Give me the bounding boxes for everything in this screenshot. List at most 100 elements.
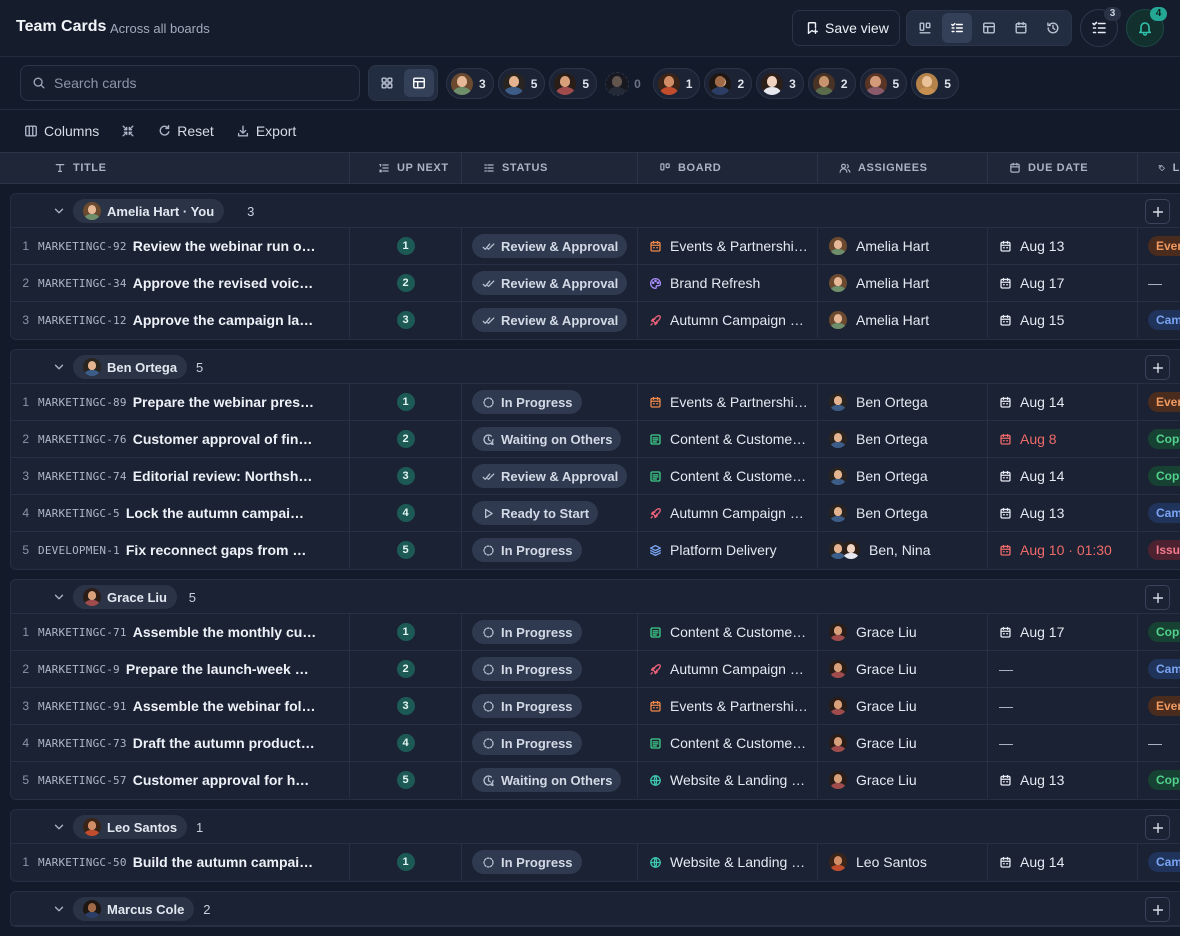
table-row[interactable]: 4 MARKETINGC-5 Lock the autumn campaign bu… <box>11 495 1180 532</box>
assignees-cell[interactable]: Grace Liu <box>818 651 988 687</box>
column-header-board[interactable]: BOARD <box>638 153 818 183</box>
due-date-cell[interactable]: — <box>988 688 1138 724</box>
status-cell[interactable]: In Progress <box>462 651 638 687</box>
status-pill[interactable]: In Progress <box>472 390 582 414</box>
status-pill[interactable]: Review & Approval <box>472 234 628 258</box>
column-header-due-date[interactable]: DUE DATE <box>988 153 1138 183</box>
assignees-cell[interactable]: Grace Liu <box>818 725 988 761</box>
due-date-cell[interactable]: Aug 8 <box>988 421 1138 457</box>
assignees-cell[interactable]: Amelia Hart <box>818 265 988 301</box>
board-link[interactable]: Events & Partnerships <box>649 394 808 410</box>
person-filter-chip[interactable]: 5 <box>911 68 959 99</box>
board-cell[interactable]: Events & Partnerships <box>638 228 818 264</box>
card-title[interactable]: Lock the autumn campaign budget <box>126 505 311 521</box>
due-date-cell[interactable]: Aug 14 <box>988 844 1138 880</box>
labels-cell[interactable]: Events <box>1138 688 1180 724</box>
card-title[interactable]: Approve the campaign launch plan <box>133 312 318 328</box>
board-link[interactable]: Website & Landing Pages <box>649 854 808 870</box>
status-cell[interactable]: In Progress <box>462 384 638 420</box>
column-header-title[interactable]: TITLE <box>0 153 350 183</box>
chevron-down-icon[interactable] <box>52 902 66 916</box>
board-link[interactable]: Autumn Campaign Launch <box>649 661 808 677</box>
card-title[interactable]: Editorial review: Northshore case study <box>133 468 318 484</box>
assignees-cell[interactable]: Amelia Hart <box>818 302 988 338</box>
chevron-down-icon[interactable] <box>52 360 66 374</box>
due-date-cell[interactable]: Aug 15 <box>988 302 1138 338</box>
due-date-cell[interactable]: Aug 13 <box>988 762 1138 798</box>
table-row[interactable]: 5 MARKETINGC-57 Customer approval for home… <box>11 762 1180 799</box>
labels-cell[interactable]: Campaign <box>1138 844 1180 880</box>
status-cell[interactable]: In Progress <box>462 614 638 650</box>
calendar-view-button[interactable] <box>1006 13 1036 43</box>
title-cell[interactable]: 1 MARKETINGC-92 Review the webinar run of … <box>11 228 350 264</box>
due-date-cell[interactable]: Aug 17 <box>988 614 1138 650</box>
assignees-cell[interactable]: Leo Santos <box>818 844 988 880</box>
status-cell[interactable]: Review & Approval <box>462 265 638 301</box>
columns-button[interactable]: Columns <box>20 117 103 145</box>
person-filter-chip[interactable]: 5 <box>549 68 598 99</box>
table-row[interactable]: 1 MARKETINGC-71 Assemble the monthly custo… <box>11 614 1180 651</box>
person-filter-chip[interactable]: 3 <box>756 68 804 99</box>
label-tag[interactable]: Campaign <box>1148 659 1180 679</box>
board-cell[interactable]: Autumn Campaign Launch <box>638 651 818 687</box>
title-cell[interactable]: 3 MARKETINGC-91 Assemble the webinar follo… <box>11 688 350 724</box>
add-card-button[interactable] <box>1145 585 1170 610</box>
card-title[interactable]: Prepare the webinar presenter briefing <box>133 394 318 410</box>
title-cell[interactable]: 2 MARKETINGC-34 Approve the revised voice … <box>11 265 350 301</box>
table-row[interactable]: 3 MARKETINGC-12 Approve the campaign launc… <box>11 302 1180 339</box>
list-view-button[interactable] <box>942 13 972 43</box>
person-filter-chip[interactable]: 3 <box>446 68 494 99</box>
labels-cell[interactable]: Campaign <box>1138 495 1180 531</box>
due-date-cell[interactable]: — <box>988 725 1138 761</box>
label-tag[interactable]: Events <box>1148 236 1180 256</box>
card-title[interactable]: Approve the revised voice and tone guide <box>133 275 318 291</box>
label-tag[interactable]: Issue <box>1148 540 1180 560</box>
status-cell[interactable]: Waiting on Others <box>462 762 638 798</box>
status-pill[interactable]: Review & Approval <box>472 464 628 488</box>
table-row[interactable]: 2 MARKETINGC-34 Approve the revised voice … <box>11 265 1180 302</box>
assignees-cell[interactable]: Grace Liu <box>818 688 988 724</box>
label-tag[interactable]: Events <box>1148 696 1180 716</box>
chevron-down-icon[interactable] <box>52 204 66 218</box>
due-date-cell[interactable]: Aug 17 <box>988 265 1138 301</box>
status-pill[interactable]: In Progress <box>472 620 582 644</box>
board-cell[interactable]: Events & Partnerships <box>638 688 818 724</box>
board-link[interactable]: Content & Customer Stories <box>649 624 808 640</box>
table-row[interactable]: 5 DEVELOPMEN-1 Fix reconnect gaps from dro… <box>11 532 1180 569</box>
save-view-button[interactable]: Save view <box>792 10 900 46</box>
card-title[interactable]: Customer approval for homepage quote <box>133 772 318 788</box>
person-filter-chip[interactable]: 0 <box>601 68 649 99</box>
board-cell[interactable]: Content & Customer Stories <box>638 725 818 761</box>
status-cell[interactable]: In Progress <box>462 688 638 724</box>
due-date-cell[interactable]: Aug 14 <box>988 458 1138 494</box>
table-row[interactable]: 2 MARKETINGC-9 Prepare the launch-week soc… <box>11 651 1180 688</box>
title-cell[interactable]: 2 MARKETINGC-76 Customer approval of final… <box>11 421 350 457</box>
labels-cell[interactable]: Copy <box>1138 421 1180 457</box>
grid-layout-button[interactable] <box>372 69 402 97</box>
person-filter-chip[interactable]: 5 <box>497 68 546 99</box>
board-link[interactable]: Content & Customer Stories <box>649 468 808 484</box>
board-link[interactable]: Content & Customer Stories <box>649 431 808 447</box>
chevron-down-icon[interactable] <box>52 820 66 834</box>
board-link[interactable]: Events & Partnerships <box>649 238 808 254</box>
board-cell[interactable]: Content & Customer Stories <box>638 458 818 494</box>
due-date-cell[interactable]: Aug 14 <box>988 384 1138 420</box>
board-cell[interactable]: Content & Customer Stories <box>638 614 818 650</box>
status-pill[interactable]: Ready to Start <box>472 501 599 525</box>
group-assignee-pill[interactable]: Leo Santos <box>73 815 188 839</box>
labels-cell[interactable]: Campaign <box>1138 302 1180 338</box>
labels-cell[interactable]: Copy <box>1138 762 1180 798</box>
title-cell[interactable]: 1 MARKETINGC-71 Assemble the monthly custo… <box>11 614 350 650</box>
status-cell[interactable]: Waiting on Others <box>462 421 638 457</box>
card-title[interactable]: Assemble the monthly customer newsletter <box>133 624 318 640</box>
title-cell[interactable]: 4 MARKETINGC-73 Draft the autumn product u… <box>11 725 350 761</box>
card-title[interactable]: Customer approval of final case study dr… <box>133 431 318 447</box>
board-cell[interactable]: Content & Customer Stories <box>638 421 818 457</box>
reset-button[interactable]: Reset <box>153 117 218 145</box>
board-link[interactable]: Platform Delivery <box>649 542 808 558</box>
labels-cell[interactable]: Issue <box>1138 532 1180 568</box>
table-row[interactable]: 3 MARKETINGC-74 Editorial review: Northsho… <box>11 458 1180 495</box>
status-pill[interactable]: Waiting on Others <box>472 768 622 792</box>
label-tag[interactable]: Campaign <box>1148 310 1180 330</box>
column-header-up-next[interactable]: UP NEXT <box>350 153 462 183</box>
